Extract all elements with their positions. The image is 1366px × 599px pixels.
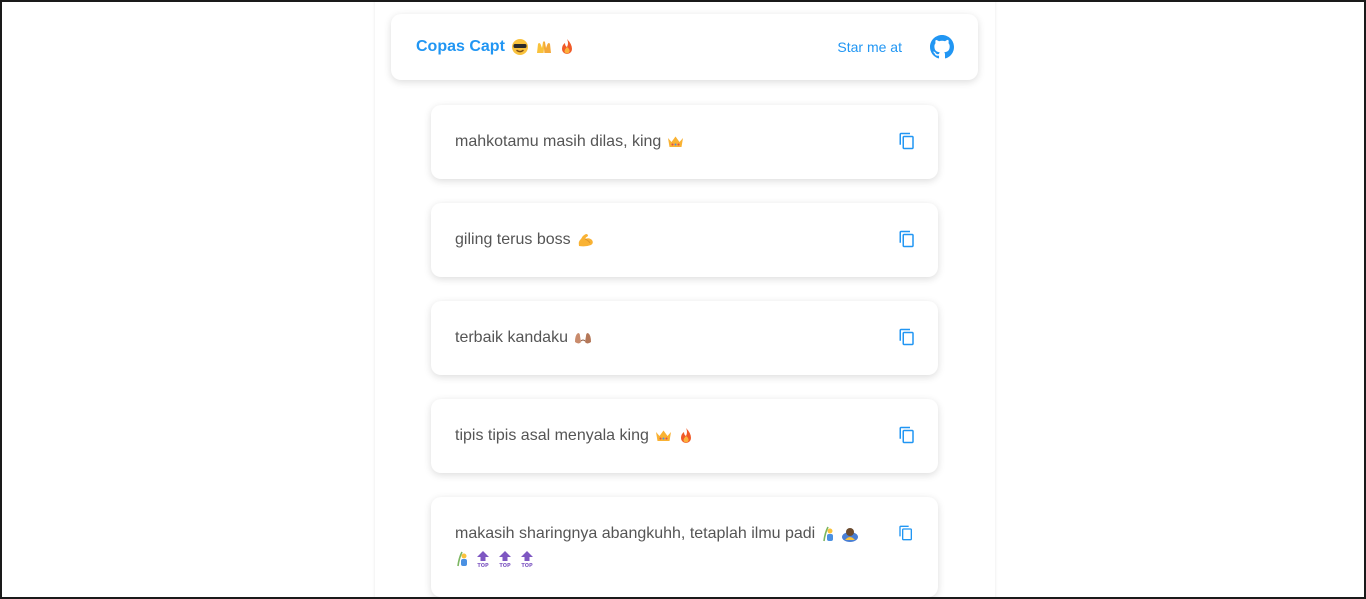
- caption-text: terbaik kandaku: [455, 329, 568, 346]
- caption-text: giling terus boss: [455, 231, 571, 248]
- app-header: Copas Capt Star me at: [391, 14, 978, 80]
- top-arrow-emoji-icon: TOP: [519, 550, 535, 568]
- caption-text-row: terbaik kandaku: [455, 328, 875, 348]
- caption-card: giling terus boss: [431, 203, 938, 277]
- caption-text-row: tipis tipis asal menyala king: [455, 426, 875, 446]
- github-icon[interactable]: [930, 35, 954, 59]
- caption-text: tipis tipis asal menyala king: [455, 427, 649, 444]
- copy-icon[interactable]: [898, 132, 916, 150]
- app-title[interactable]: Copas Capt: [416, 38, 505, 56]
- brand: Copas Capt: [416, 38, 575, 56]
- copy-icon[interactable]: [898, 525, 914, 541]
- star-link[interactable]: Star me at: [837, 39, 902, 55]
- bowing-person-emoji-icon: [841, 525, 859, 543]
- svg-text:TOP: TOP: [521, 563, 533, 568]
- caption-text: mahkotamu masih dilas, king: [455, 133, 662, 150]
- cool-face-emoji-icon: [511, 38, 529, 56]
- caption-card: terbaik kandaku: [431, 301, 938, 375]
- caption-text-row: giling terus boss: [455, 230, 875, 250]
- caption-card: mahkotamu masih dilas, king: [431, 105, 938, 179]
- copy-icon[interactable]: [898, 426, 916, 444]
- caption-text: makasih sharingnya abangkuhh, tetaplah i…: [455, 525, 816, 542]
- top-arrow-emoji-icon: TOP: [497, 550, 513, 568]
- caption-card: makasih sharingnya abangkuhh, tetaplah i…: [431, 497, 938, 597]
- copy-icon[interactable]: [898, 230, 916, 248]
- farmer-emoji-icon: [455, 550, 469, 568]
- raised-hands-emoji-icon: [535, 38, 553, 56]
- crown-emoji-icon: [655, 429, 672, 443]
- flexed-biceps-emoji-icon: [577, 232, 595, 248]
- svg-text:TOP: TOP: [477, 563, 489, 568]
- caption-card: tipis tipis asal menyala king: [431, 399, 938, 473]
- header-actions: Star me at: [837, 35, 954, 59]
- copy-icon[interactable]: [898, 328, 916, 346]
- caption-text-row: makasih sharingnya abangkuhh, tetaplah i…: [455, 524, 875, 568]
- fire-emoji-icon: [559, 38, 575, 56]
- fire-emoji-icon: [678, 427, 694, 445]
- farmer-emoji-icon: [821, 525, 835, 543]
- caption-text-row: mahkotamu masih dilas, king: [455, 132, 875, 152]
- svg-text:TOP: TOP: [499, 563, 511, 568]
- palms-up-emoji-icon: [574, 330, 592, 346]
- crown-emoji-icon: [667, 135, 684, 149]
- top-arrow-emoji-icon: TOP: [475, 550, 491, 568]
